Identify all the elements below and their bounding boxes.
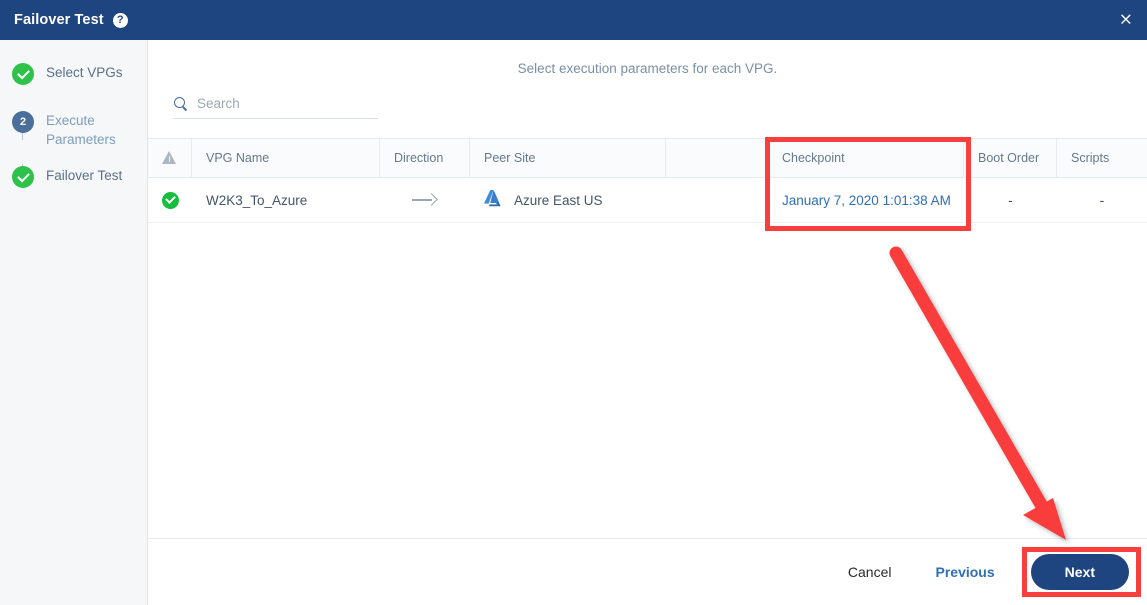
step-label: Failover Test bbox=[46, 168, 123, 183]
cancel-button[interactable]: Cancel bbox=[848, 564, 892, 580]
search-input[interactable] bbox=[197, 96, 357, 111]
cell-direction bbox=[380, 178, 470, 222]
dialog-title: Failover Test bbox=[14, 12, 104, 28]
sidebar-step-failover-test[interactable]: Failover Test bbox=[0, 165, 147, 197]
warning-icon bbox=[162, 151, 177, 165]
step-label: Select VPGs bbox=[46, 65, 123, 80]
column-header-vpg-name[interactable]: VPG Name bbox=[192, 139, 380, 177]
sidebar-step-select-vpgs[interactable]: Select VPGs bbox=[0, 62, 147, 94]
step-number-badge: 2 bbox=[12, 111, 34, 133]
peer-site-label: Azure East US bbox=[514, 192, 603, 208]
azure-logo-icon bbox=[484, 190, 504, 210]
column-header-checkpoint[interactable]: Checkpoint bbox=[768, 139, 964, 177]
arrow-right-icon bbox=[412, 194, 438, 206]
step-label: Execute Parameters bbox=[46, 113, 116, 147]
search-icon bbox=[173, 96, 188, 111]
close-icon[interactable]: × bbox=[1119, 11, 1133, 29]
wizard-sidebar: Select VPGs 2 Execute Parameters Failove… bbox=[0, 40, 148, 605]
previous-button[interactable]: Previous bbox=[936, 564, 995, 580]
dialog-titlebar: Failover Test ? × bbox=[0, 0, 1147, 40]
column-header-direction[interactable]: Direction bbox=[380, 139, 470, 177]
row-status-cell bbox=[148, 178, 192, 222]
cell-boot-order[interactable]: - bbox=[964, 178, 1057, 222]
table-row[interactable]: W2K3_To_Azure Azure East US January 7, 2… bbox=[148, 178, 1147, 223]
column-header-boot-order[interactable]: Boot Order bbox=[964, 139, 1057, 177]
vpg-table: VPG Name Direction Peer Site Checkpoint … bbox=[148, 138, 1147, 223]
table-header-row: VPG Name Direction Peer Site Checkpoint … bbox=[148, 138, 1147, 178]
dialog-footer: Cancel Previous Next bbox=[148, 539, 1147, 605]
help-icon[interactable]: ? bbox=[112, 12, 128, 28]
column-header-scripts[interactable]: Scripts bbox=[1057, 139, 1147, 177]
search-box[interactable] bbox=[173, 96, 378, 119]
success-check-icon bbox=[161, 191, 179, 209]
checkpoint-link[interactable]: January 7, 2020 1:01:38 AM bbox=[782, 193, 951, 208]
instruction-text: Select execution parameters for each VPG… bbox=[517, 61, 778, 76]
cell-blank bbox=[666, 178, 768, 222]
sidebar-step-execute-parameters[interactable]: 2 Execute Parameters bbox=[0, 110, 147, 149]
cell-peer-site: Azure East US bbox=[470, 178, 666, 222]
column-header-blank bbox=[666, 139, 768, 177]
check-circle-icon bbox=[12, 63, 34, 85]
cell-checkpoint: January 7, 2020 1:01:38 AM bbox=[768, 178, 964, 222]
check-circle-icon bbox=[12, 166, 34, 188]
column-header-status bbox=[148, 139, 192, 177]
cell-scripts[interactable]: - bbox=[1057, 178, 1147, 222]
column-header-peer-site[interactable]: Peer Site bbox=[470, 139, 666, 177]
next-button[interactable]: Next bbox=[1030, 554, 1129, 590]
main-panel: Select execution parameters for each VPG… bbox=[148, 40, 1147, 605]
wizard-steps: Select VPGs 2 Execute Parameters Failove… bbox=[0, 40, 147, 197]
cell-vpg-name: W2K3_To_Azure bbox=[206, 192, 308, 208]
failover-test-dialog: Failover Test ? × Select VPGs 2 Execute … bbox=[0, 0, 1147, 605]
